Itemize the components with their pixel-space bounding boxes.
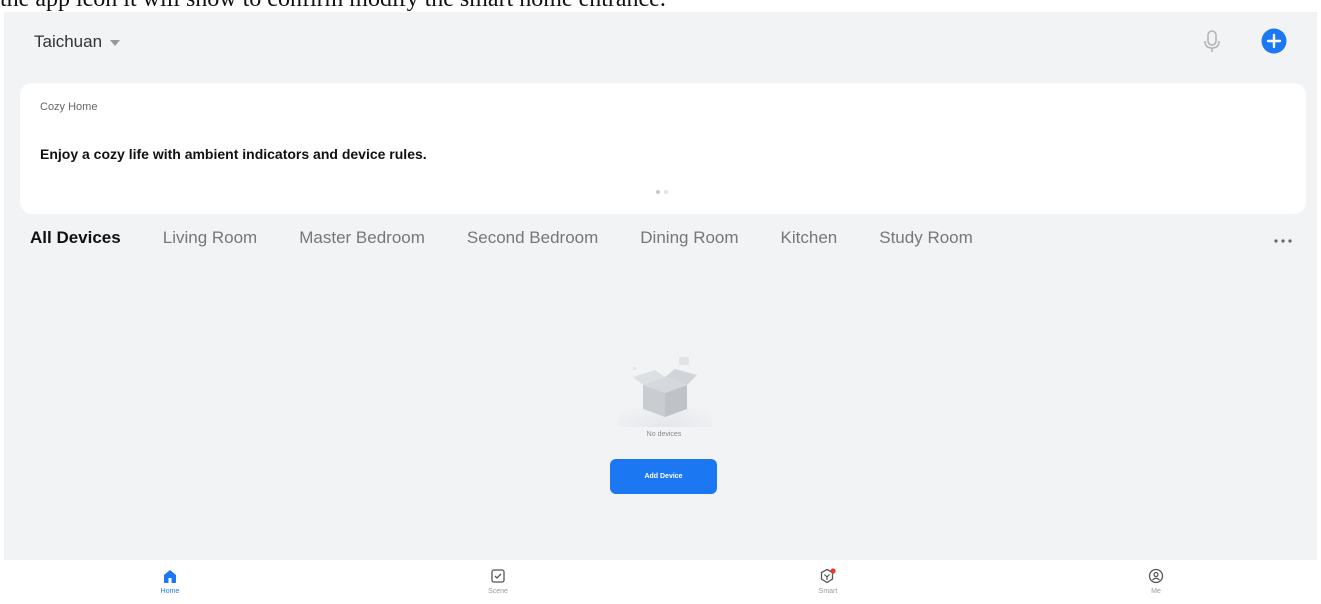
banner-subtitle: Cozy Home xyxy=(40,101,98,113)
tab-kitchen[interactable]: Kitchen xyxy=(781,228,838,248)
nav-smart[interactable]: Smart xyxy=(788,568,868,595)
voice-button[interactable] xyxy=(1198,27,1226,55)
promo-banner[interactable]: Cozy Home Enjoy a cozy life with ambient… xyxy=(20,83,1306,214)
app-screen: Taichuan Cozy Home Enjoy a cozy life wit… xyxy=(4,12,1317,604)
tab-master-bedroom[interactable]: Master Bedroom xyxy=(299,228,425,248)
notification-badge xyxy=(830,568,836,574)
tab-second-bedroom[interactable]: Second Bedroom xyxy=(467,228,598,248)
plus-circle-icon xyxy=(1261,28,1287,54)
home-selector[interactable]: Taichuan xyxy=(34,32,121,52)
microphone-icon xyxy=(1204,30,1220,52)
tab-living-room[interactable]: Living Room xyxy=(163,228,258,248)
empty-state-message: No devices xyxy=(646,431,682,438)
smart-icon xyxy=(820,568,836,584)
more-rooms-button[interactable] xyxy=(1270,234,1298,246)
nav-scene[interactable]: Scene xyxy=(458,568,538,595)
room-tabs: All Devices Living Room Master Bedroom S… xyxy=(30,228,1015,248)
scene-icon xyxy=(491,569,505,583)
pagination-dot-active xyxy=(656,190,660,194)
nav-scene-label: Scene xyxy=(488,588,508,595)
banner-pagination xyxy=(656,190,668,194)
caret-down-icon xyxy=(110,40,121,46)
add-device-button[interactable]: Add Device xyxy=(610,459,717,494)
nav-smart-label: Smart xyxy=(818,588,838,595)
profile-icon xyxy=(1148,568,1164,584)
empty-box-illustration xyxy=(617,357,713,427)
more-dots-icon xyxy=(1274,239,1292,243)
nav-me-label: Me xyxy=(1151,588,1161,595)
tab-dining-room[interactable]: Dining Room xyxy=(640,228,738,248)
tab-all-devices[interactable]: All Devices xyxy=(30,228,121,248)
home-name: Taichuan xyxy=(34,32,103,51)
nav-home-label: Home xyxy=(160,588,180,595)
instruction-caption: the app icon it will show to confirm mod… xyxy=(0,0,1321,12)
add-button[interactable] xyxy=(1260,27,1288,55)
home-icon xyxy=(164,570,176,583)
pagination-dot xyxy=(664,190,668,194)
tab-study-room[interactable]: Study Room xyxy=(879,228,973,248)
bottom-navigation: Home Scene Smart Me xyxy=(4,560,1317,604)
nav-me[interactable]: Me xyxy=(1116,568,1196,595)
banner-title: Enjoy a cozy life with ambient indicator… xyxy=(40,146,427,162)
nav-home[interactable]: Home xyxy=(130,568,210,595)
